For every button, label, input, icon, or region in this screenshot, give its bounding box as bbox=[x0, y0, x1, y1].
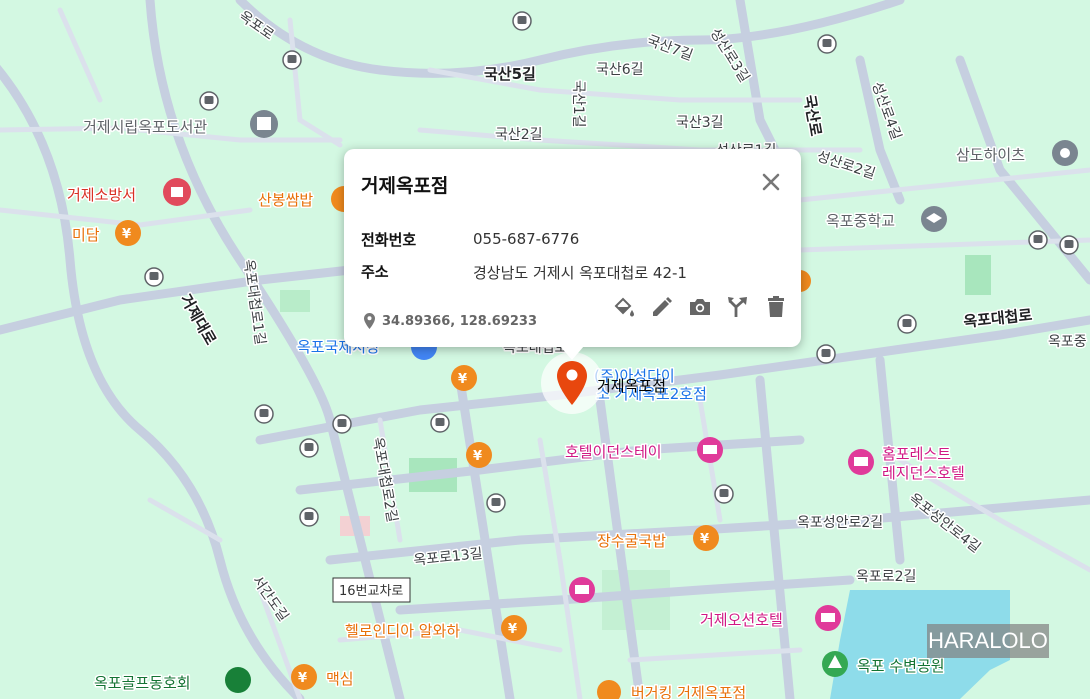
poi-label[interactable]: 옥포골프동호회 bbox=[93, 673, 193, 694]
hotel-icon[interactable] bbox=[815, 605, 841, 631]
phone-label: 전화번호 bbox=[361, 231, 417, 249]
hotel-icon[interactable] bbox=[569, 577, 595, 603]
svg-text:¥: ¥ bbox=[508, 622, 517, 637]
poi-label[interactable]: 버거킹 거제옥포점 bbox=[630, 683, 748, 699]
paint-bucket-icon[interactable] bbox=[612, 295, 636, 319]
svg-text:¥: ¥ bbox=[700, 532, 709, 547]
road-label: 옥포성안로2길 bbox=[797, 515, 883, 531]
popup-toolbar bbox=[612, 295, 788, 319]
camera-icon[interactable] bbox=[688, 295, 712, 319]
address-value: 경상남도 거제시 옥포대첩로 42-1 bbox=[473, 264, 687, 282]
poi-label[interactable]: 장수굴국밥 bbox=[596, 531, 668, 552]
place-info-popup: 거제옥포점 전화번호 055-687-6776 주소 경상남도 거제시 옥포대첩… bbox=[344, 149, 801, 347]
restaurant-icon[interactable]: ¥ bbox=[451, 365, 477, 391]
restaurant-icon[interactable]: ¥ bbox=[291, 664, 317, 690]
park-icon[interactable] bbox=[822, 651, 848, 677]
poi-label[interactable]: 헬로인디아 알와하 bbox=[344, 621, 462, 642]
marker-label: 거제옥포점 bbox=[597, 377, 667, 395]
place-icon[interactable] bbox=[1052, 140, 1078, 166]
svg-text:¥: ¥ bbox=[473, 449, 482, 464]
restaurant-icon[interactable]: ¥ bbox=[466, 442, 492, 468]
poi-label[interactable]: 거제시립옥포도서관 bbox=[82, 117, 209, 138]
road-label: 옥포중 bbox=[1048, 334, 1087, 350]
road-label: 국산5길 bbox=[484, 65, 536, 83]
pencil-icon[interactable] bbox=[650, 295, 674, 319]
address-label: 주소 bbox=[361, 263, 389, 281]
location-pin-icon[interactable] bbox=[556, 360, 588, 406]
poi-label[interactable]: 거제소방서 bbox=[66, 185, 138, 206]
poi-label[interactable]: 미담 bbox=[71, 225, 102, 246]
school-icon[interactable] bbox=[921, 206, 947, 232]
poi-label[interactable]: 레지던스호텔 bbox=[881, 463, 967, 484]
library-icon[interactable] bbox=[250, 110, 278, 138]
road-label: 국산2길 bbox=[495, 127, 543, 143]
svg-text:¥: ¥ bbox=[122, 227, 131, 242]
hotel-icon[interactable] bbox=[848, 449, 874, 475]
directions-fork-icon[interactable] bbox=[726, 295, 750, 319]
map-canvas[interactable]: 옥포로 국산5길 국산6길 국산7길 성산로3길 국산1길 국산2길 국산3길 … bbox=[0, 0, 1090, 699]
coordinates-text: 34.89366, 128.69233 bbox=[382, 313, 538, 329]
junction-label: 16번교차로 bbox=[339, 584, 403, 599]
road-label: 국산6길 bbox=[596, 62, 644, 78]
restaurant-icon[interactable]: ¥ bbox=[501, 615, 527, 641]
coordinates: 34.89366, 128.69233 bbox=[364, 313, 537, 329]
fire-station-icon[interactable] bbox=[163, 178, 191, 206]
poi-label[interactable]: 호텔이던스테이 bbox=[564, 442, 664, 463]
poi-label[interactable]: 삼도하이츠 bbox=[955, 145, 1027, 166]
poi-label[interactable]: 홈포레스트 bbox=[881, 444, 953, 465]
popup-pointer bbox=[560, 346, 584, 360]
phone-value: 055-687-6776 bbox=[473, 230, 580, 248]
svg-text:¥: ¥ bbox=[298, 671, 307, 686]
poi-label[interactable]: 옥포중학교 bbox=[825, 211, 897, 232]
road-label: 국산3길 bbox=[676, 115, 724, 131]
road-label: 옥포로2길 bbox=[856, 569, 916, 585]
hotel-icon[interactable] bbox=[697, 437, 723, 463]
map-pin-icon bbox=[364, 313, 375, 329]
poi-label[interactable]: 거제오션호텔 bbox=[699, 610, 785, 631]
poi-label[interactable]: 맥심 bbox=[325, 669, 356, 690]
trash-icon[interactable] bbox=[764, 295, 788, 319]
watermark: HARALOLO bbox=[927, 624, 1049, 658]
popup-title: 거제옥포점 bbox=[361, 175, 449, 197]
golf-icon[interactable] bbox=[225, 667, 251, 693]
restaurant-icon[interactable]: ¥ bbox=[693, 525, 719, 551]
poi-label[interactable]: 산봉쌈밥 bbox=[257, 190, 315, 211]
poi-label[interactable]: 옥포 수변공원 bbox=[856, 656, 947, 677]
restaurant-icon[interactable]: ¥ bbox=[115, 220, 141, 246]
svg-text:¥: ¥ bbox=[458, 372, 467, 387]
close-icon[interactable] bbox=[758, 169, 784, 195]
road-label: 국산1길 bbox=[570, 80, 586, 128]
